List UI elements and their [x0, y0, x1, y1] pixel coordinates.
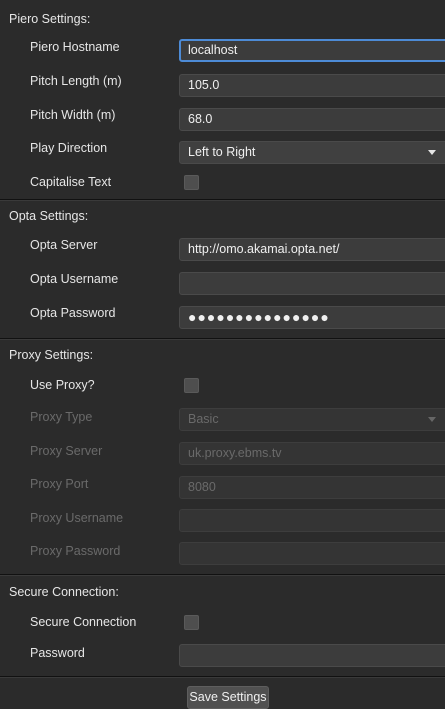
opta-server-label: Opta Server [30, 238, 98, 252]
section-divider [0, 338, 445, 340]
proxy-username-label: Proxy Username [30, 511, 124, 525]
chevron-down-icon [428, 417, 436, 422]
proxy-password-label: Proxy Password [30, 544, 121, 558]
play-direction-select[interactable]: Left to Right [179, 141, 445, 164]
opta-settings-title: Opta Settings: [9, 209, 89, 223]
proxy-type-value: Basic [188, 412, 219, 426]
capitalise-text-label: Capitalise Text [30, 175, 112, 189]
piero-hostname-field[interactable]: localhost [179, 39, 445, 62]
save-settings-button[interactable]: Save Settings [187, 686, 269, 709]
opta-username-field[interactable] [179, 272, 445, 295]
secure-password-label: Password [30, 646, 85, 660]
opta-password-field[interactable]: ●●●●●●●●●●●●●●● [179, 306, 445, 329]
pitch-length-field[interactable]: 105.0 [179, 74, 445, 97]
proxy-type-select[interactable]: Basic [179, 408, 445, 431]
proxy-port-field[interactable]: 8080 [179, 476, 445, 499]
capitalise-text-checkbox[interactable] [184, 175, 199, 190]
use-proxy-label: Use Proxy? [30, 378, 95, 392]
opta-username-label: Opta Username [30, 272, 119, 286]
proxy-password-field[interactable] [179, 542, 445, 565]
proxy-server-field[interactable]: uk.proxy.ebms.tv [179, 442, 445, 465]
proxy-type-label: Proxy Type [30, 410, 93, 424]
section-divider [0, 199, 445, 201]
pitch-width-label: Pitch Width (m) [30, 108, 116, 122]
use-proxy-checkbox[interactable] [184, 378, 199, 393]
play-direction-label: Play Direction [30, 141, 108, 155]
piero-hostname-label: Piero Hostname [30, 40, 120, 54]
secure-connection-label: Secure Connection [30, 615, 137, 629]
proxy-port-label: Proxy Port [30, 477, 89, 491]
proxy-server-label: Proxy Server [30, 444, 103, 458]
secure-connection-checkbox[interactable] [184, 615, 199, 630]
proxy-username-field[interactable] [179, 509, 445, 532]
opta-password-label: Opta Password [30, 306, 116, 320]
pitch-length-label: Pitch Length (m) [30, 74, 122, 88]
secure-password-field[interactable] [179, 644, 445, 667]
section-divider [0, 574, 445, 576]
play-direction-value: Left to Right [188, 145, 256, 159]
opta-server-field[interactable]: http://omo.akamai.opta.net/ [179, 238, 445, 261]
section-divider [0, 676, 445, 678]
chevron-down-icon [428, 150, 436, 155]
proxy-settings-title: Proxy Settings: [9, 348, 94, 362]
secure-connection-title: Secure Connection: [9, 585, 119, 599]
pitch-width-field[interactable]: 68.0 [179, 108, 445, 131]
piero-settings-title: Piero Settings: [9, 12, 91, 26]
